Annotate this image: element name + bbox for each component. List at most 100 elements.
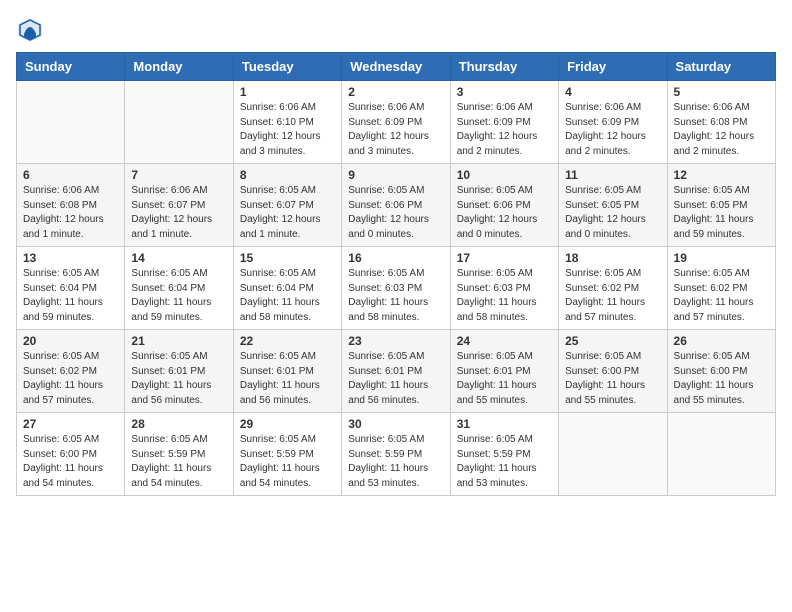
day-number: 8 — [240, 168, 335, 182]
day-of-week-header: Monday — [125, 53, 233, 81]
day-of-week-header: Thursday — [450, 53, 558, 81]
day-info: Sunrise: 6:06 AM Sunset: 6:09 PM Dayligh… — [457, 101, 552, 159]
day-info: Sunrise: 6:05 AM Sunset: 6:01 PM Dayligh… — [240, 350, 335, 408]
day-info: Sunrise: 6:06 AM Sunset: 6:09 PM Dayligh… — [348, 101, 443, 159]
calendar-cell: 2Sunrise: 6:06 AM Sunset: 6:09 PM Daylig… — [342, 81, 450, 164]
day-info: Sunrise: 6:05 AM Sunset: 6:06 PM Dayligh… — [348, 184, 443, 242]
day-number: 31 — [457, 417, 552, 431]
calendar-cell: 8 Sunrise: 6:05 AM Sunset: 6:07 PM Daylig… — [233, 164, 341, 247]
day-number: 22 — [240, 334, 335, 348]
day-info: Sunrise: 6:05 AM Sunset: 5:59 PM Dayligh… — [457, 433, 552, 491]
day-info: Sunrise: 6:06 AM Sunset: 6:08 PM Dayligh… — [674, 101, 769, 159]
calendar-cell: 30 Sunrise: 6:05 AM Sunset: 5:59 PM Dayli… — [342, 413, 450, 496]
day-number: 19 — [674, 251, 769, 265]
calendar-cell: 6 Sunrise: 6:06 AM Sunset: 6:08 PM Daylig… — [17, 164, 125, 247]
day-info: Sunrise: 6:06 AM Sunset: 6:09 PM Dayligh… — [565, 101, 660, 159]
calendar-cell: 21 Sunrise: 6:05 AM Sunset: 6:01 PM Dayli… — [125, 330, 233, 413]
day-number: 3 — [457, 85, 552, 99]
calendar-week-row: 27Sunrise: 6:05 AM Sunset: 6:00 PM Dayli… — [17, 413, 776, 496]
day-number: 13 — [23, 251, 118, 265]
day-info: Sunrise: 6:05 AM Sunset: 6:03 PM Dayligh… — [348, 267, 443, 325]
calendar-week-row: 20 Sunrise: 6:05 AM Sunset: 6:02 PM Dayli… — [17, 330, 776, 413]
calendar-cell: 28 Sunrise: 6:05 AM Sunset: 5:59 PM Dayli… — [125, 413, 233, 496]
day-info: Sunrise: 6:05 AM Sunset: 6:02 PM Dayligh… — [565, 267, 660, 325]
calendar-cell: 23Sunrise: 6:05 AM Sunset: 6:01 PM Dayli… — [342, 330, 450, 413]
calendar-cell: 12Sunrise: 6:05 AM Sunset: 6:05 PM Dayli… — [667, 164, 775, 247]
calendar-cell: 15 Sunrise: 6:05 AM Sunset: 6:04 PM Dayli… — [233, 247, 341, 330]
day-info: Sunrise: 6:05 AM Sunset: 6:00 PM Dayligh… — [565, 350, 660, 408]
calendar-cell: 24 Sunrise: 6:05 AM Sunset: 6:01 PM Dayli… — [450, 330, 558, 413]
day-info: Sunrise: 6:05 AM Sunset: 6:04 PM Dayligh… — [240, 267, 335, 325]
day-info: Sunrise: 6:05 AM Sunset: 6:00 PM Dayligh… — [23, 433, 118, 491]
day-info: Sunrise: 6:05 AM Sunset: 6:05 PM Dayligh… — [565, 184, 660, 242]
logo — [16, 16, 48, 44]
calendar-week-row: 6 Sunrise: 6:06 AM Sunset: 6:08 PM Daylig… — [17, 164, 776, 247]
calendar-cell: 9 Sunrise: 6:05 AM Sunset: 6:06 PM Daylig… — [342, 164, 450, 247]
calendar-week-row: 13 Sunrise: 6:05 AM Sunset: 6:04 PM Dayli… — [17, 247, 776, 330]
calendar-header-row: SundayMondayTuesdayWednesdayThursdayFrid… — [17, 53, 776, 81]
day-number: 6 — [23, 168, 118, 182]
day-of-week-header: Tuesday — [233, 53, 341, 81]
day-number: 21 — [131, 334, 226, 348]
day-number: 15 — [240, 251, 335, 265]
day-number: 17 — [457, 251, 552, 265]
calendar-cell: 19 Sunrise: 6:05 AM Sunset: 6:02 PM Dayli… — [667, 247, 775, 330]
day-of-week-header: Wednesday — [342, 53, 450, 81]
day-number: 4 — [565, 85, 660, 99]
calendar-cell: 29 Sunrise: 6:05 AM Sunset: 5:59 PM Dayli… — [233, 413, 341, 496]
calendar-cell: 22 Sunrise: 6:05 AM Sunset: 6:01 PM Dayli… — [233, 330, 341, 413]
day-info: Sunrise: 6:05 AM Sunset: 6:00 PM Dayligh… — [674, 350, 769, 408]
day-info: Sunrise: 6:05 AM Sunset: 6:07 PM Dayligh… — [240, 184, 335, 242]
day-info: Sunrise: 6:05 AM Sunset: 6:02 PM Dayligh… — [674, 267, 769, 325]
day-number: 10 — [457, 168, 552, 182]
day-info: Sunrise: 6:05 AM Sunset: 6:04 PM Dayligh… — [23, 267, 118, 325]
day-info: Sunrise: 6:06 AM Sunset: 6:07 PM Dayligh… — [131, 184, 226, 242]
day-number: 30 — [348, 417, 443, 431]
day-number: 29 — [240, 417, 335, 431]
calendar-cell: 5 Sunrise: 6:06 AM Sunset: 6:08 PM Daylig… — [667, 81, 775, 164]
day-of-week-header: Saturday — [667, 53, 775, 81]
day-number: 24 — [457, 334, 552, 348]
day-info: Sunrise: 6:05 AM Sunset: 6:01 PM Dayligh… — [457, 350, 552, 408]
day-info: Sunrise: 6:05 AM Sunset: 5:59 PM Dayligh… — [348, 433, 443, 491]
calendar-cell: 10 Sunrise: 6:05 AM Sunset: 6:06 PM Dayli… — [450, 164, 558, 247]
calendar-cell: 3 Sunrise: 6:06 AM Sunset: 6:09 PM Daylig… — [450, 81, 558, 164]
calendar-cell: 26 Sunrise: 6:05 AM Sunset: 6:00 PM Dayli… — [667, 330, 775, 413]
calendar-cell — [125, 81, 233, 164]
day-number: 18 — [565, 251, 660, 265]
calendar-cell — [559, 413, 667, 496]
logo-icon — [16, 16, 44, 44]
day-number: 20 — [23, 334, 118, 348]
calendar-cell: 27Sunrise: 6:05 AM Sunset: 6:00 PM Dayli… — [17, 413, 125, 496]
calendar-cell: 17 Sunrise: 6:05 AM Sunset: 6:03 PM Dayli… — [450, 247, 558, 330]
day-info: Sunrise: 6:05 AM Sunset: 6:02 PM Dayligh… — [23, 350, 118, 408]
day-info: Sunrise: 6:06 AM Sunset: 6:10 PM Dayligh… — [240, 101, 335, 159]
day-number: 16 — [348, 251, 443, 265]
calendar-cell: 14Sunrise: 6:05 AM Sunset: 6:04 PM Dayli… — [125, 247, 233, 330]
day-number: 14 — [131, 251, 226, 265]
day-number: 12 — [674, 168, 769, 182]
day-number: 28 — [131, 417, 226, 431]
day-number: 11 — [565, 168, 660, 182]
day-number: 5 — [674, 85, 769, 99]
day-number: 1 — [240, 85, 335, 99]
day-info: Sunrise: 6:05 AM Sunset: 5:59 PM Dayligh… — [131, 433, 226, 491]
calendar-week-row: 1 Sunrise: 6:06 AM Sunset: 6:10 PM Daylig… — [17, 81, 776, 164]
day-info: Sunrise: 6:05 AM Sunset: 6:03 PM Dayligh… — [457, 267, 552, 325]
calendar-cell: 4 Sunrise: 6:06 AM Sunset: 6:09 PM Daylig… — [559, 81, 667, 164]
day-info: Sunrise: 6:05 AM Sunset: 6:01 PM Dayligh… — [131, 350, 226, 408]
day-number: 26 — [674, 334, 769, 348]
day-info: Sunrise: 6:05 AM Sunset: 6:06 PM Dayligh… — [457, 184, 552, 242]
day-number: 9 — [348, 168, 443, 182]
calendar-cell: 16 Sunrise: 6:05 AM Sunset: 6:03 PM Dayli… — [342, 247, 450, 330]
calendar-cell: 31 Sunrise: 6:05 AM Sunset: 5:59 PM Dayli… — [450, 413, 558, 496]
day-of-week-header: Sunday — [17, 53, 125, 81]
day-of-week-header: Friday — [559, 53, 667, 81]
calendar-cell: 18 Sunrise: 6:05 AM Sunset: 6:02 PM Dayli… — [559, 247, 667, 330]
day-number: 25 — [565, 334, 660, 348]
calendar-cell: 1 Sunrise: 6:06 AM Sunset: 6:10 PM Daylig… — [233, 81, 341, 164]
calendar-cell: 7Sunrise: 6:06 AM Sunset: 6:07 PM Daylig… — [125, 164, 233, 247]
day-info: Sunrise: 6:05 AM Sunset: 5:59 PM Dayligh… — [240, 433, 335, 491]
calendar-cell — [17, 81, 125, 164]
day-info: Sunrise: 6:06 AM Sunset: 6:08 PM Dayligh… — [23, 184, 118, 242]
